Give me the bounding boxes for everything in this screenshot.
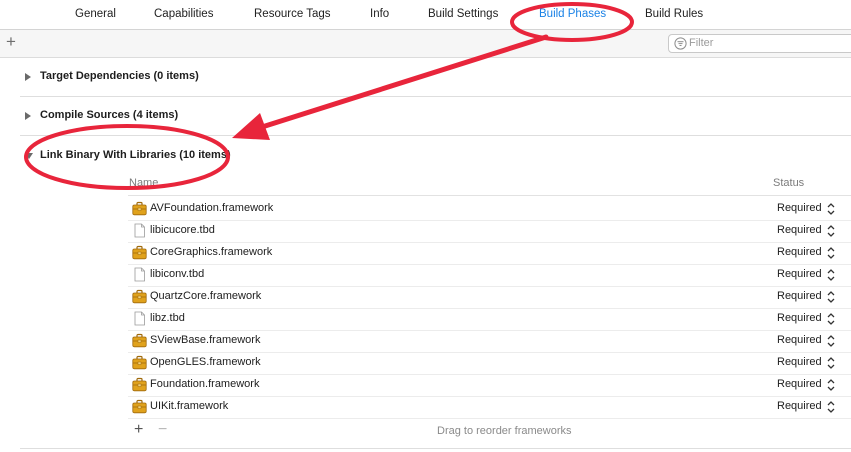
tab-info[interactable]: Info: [370, 8, 389, 20]
chevron-up-down-icon[interactable]: [826, 246, 836, 260]
reorder-hint: Drag to reorder frameworks: [437, 425, 572, 437]
framework-name: AVFoundation.framework: [150, 202, 274, 214]
framework-name: libz.tbd: [150, 312, 185, 324]
chevron-up-down-icon[interactable]: [826, 400, 836, 414]
section-target-dependencies: Target Dependencies (0 items): [20, 58, 851, 97]
section-divider: [20, 448, 851, 449]
filter-field[interactable]: [668, 34, 851, 53]
tab-resource-tags[interactable]: Resource Tags: [254, 8, 331, 20]
column-header-name[interactable]: Name: [129, 177, 158, 189]
tab-general[interactable]: General: [75, 8, 116, 20]
status-value[interactable]: Required: [777, 334, 822, 346]
filter-icon: [674, 37, 687, 50]
document-icon: [134, 267, 145, 282]
phases-toolbar: +: [0, 30, 851, 58]
status-value[interactable]: Required: [777, 290, 822, 302]
section-title-target-dependencies[interactable]: Target Dependencies (0 items): [40, 70, 199, 82]
column-header-status[interactable]: Status: [773, 177, 804, 189]
add-framework-button[interactable]: +: [134, 421, 143, 439]
framework-name: Foundation.framework: [150, 378, 260, 390]
section-link-binary: Link Binary With Libraries (10 items): [20, 136, 851, 170]
framework-toolbox-icon: [132, 377, 147, 392]
disclosure-triangle-icon[interactable]: [25, 153, 33, 159]
table-row[interactable]: OpenGLES.framework Required: [128, 352, 851, 375]
table-row[interactable]: SViewBase.framework Required: [128, 330, 851, 353]
table-row[interactable]: UIKit.framework Required: [128, 396, 851, 419]
section-title-link-binary[interactable]: Link Binary With Libraries (10 items): [40, 149, 231, 161]
tab-capabilities[interactable]: Capabilities: [154, 8, 213, 20]
framework-name: UIKit.framework: [150, 400, 229, 412]
tab-build-settings[interactable]: Build Settings: [428, 8, 498, 20]
table-footer: + − Drag to reorder frameworks: [128, 421, 851, 441]
framework-toolbox-icon: [132, 333, 147, 348]
chevron-up-down-icon[interactable]: [826, 334, 836, 348]
framework-name: QuartzCore.framework: [150, 290, 262, 302]
disclosure-triangle-icon[interactable]: [25, 73, 31, 81]
framework-name: libiconv.tbd: [150, 268, 205, 280]
status-value[interactable]: Required: [777, 224, 822, 236]
chevron-up-down-icon[interactable]: [826, 378, 836, 392]
document-icon: [134, 223, 145, 238]
chevron-up-down-icon[interactable]: [826, 224, 836, 238]
editor-tab-bar: General Capabilities Resource Tags Info …: [0, 0, 851, 30]
disclosure-triangle-icon[interactable]: [25, 112, 31, 120]
status-value[interactable]: Required: [777, 356, 822, 368]
status-value[interactable]: Required: [777, 246, 822, 258]
framework-toolbox-icon: [132, 245, 147, 260]
framework-name: SViewBase.framework: [150, 334, 261, 346]
status-value[interactable]: Required: [777, 312, 822, 324]
chevron-up-down-icon[interactable]: [826, 356, 836, 370]
filter-input[interactable]: [689, 36, 849, 50]
section-compile-sources: Compile Sources (4 items): [20, 97, 851, 136]
status-value[interactable]: Required: [777, 378, 822, 390]
framework-toolbox-icon: [132, 399, 147, 414]
document-icon: [134, 311, 145, 326]
framework-name: libicucore.tbd: [150, 224, 215, 236]
framework-toolbox-icon: [132, 289, 147, 304]
plus-icon[interactable]: +: [6, 33, 16, 51]
table-header-divider: [128, 195, 851, 196]
chevron-up-down-icon[interactable]: [826, 202, 836, 216]
table-row[interactable]: Foundation.framework Required: [128, 374, 851, 397]
table-row[interactable]: libz.tbd Required: [128, 308, 851, 331]
status-value[interactable]: Required: [777, 268, 822, 280]
framework-name: OpenGLES.framework: [150, 356, 261, 368]
chevron-up-down-icon[interactable]: [826, 312, 836, 326]
tab-build-phases[interactable]: Build Phases: [539, 8, 606, 20]
framework-name: CoreGraphics.framework: [150, 246, 273, 258]
table-row[interactable]: QuartzCore.framework Required: [128, 286, 851, 309]
status-value[interactable]: Required: [777, 400, 822, 412]
remove-framework-button[interactable]: −: [158, 421, 167, 439]
table-row[interactable]: AVFoundation.framework Required: [128, 198, 851, 221]
section-title-compile-sources[interactable]: Compile Sources (4 items): [40, 109, 178, 121]
chevron-up-down-icon[interactable]: [826, 290, 836, 304]
chevron-up-down-icon[interactable]: [826, 268, 836, 282]
status-value[interactable]: Required: [777, 202, 822, 214]
tab-build-rules[interactable]: Build Rules: [645, 8, 703, 20]
table-row[interactable]: CoreGraphics.framework Required: [128, 242, 851, 265]
framework-toolbox-icon: [132, 355, 147, 370]
table-row[interactable]: libiconv.tbd Required: [128, 264, 851, 287]
framework-toolbox-icon: [132, 201, 147, 216]
table-row[interactable]: libicucore.tbd Required: [128, 220, 851, 243]
